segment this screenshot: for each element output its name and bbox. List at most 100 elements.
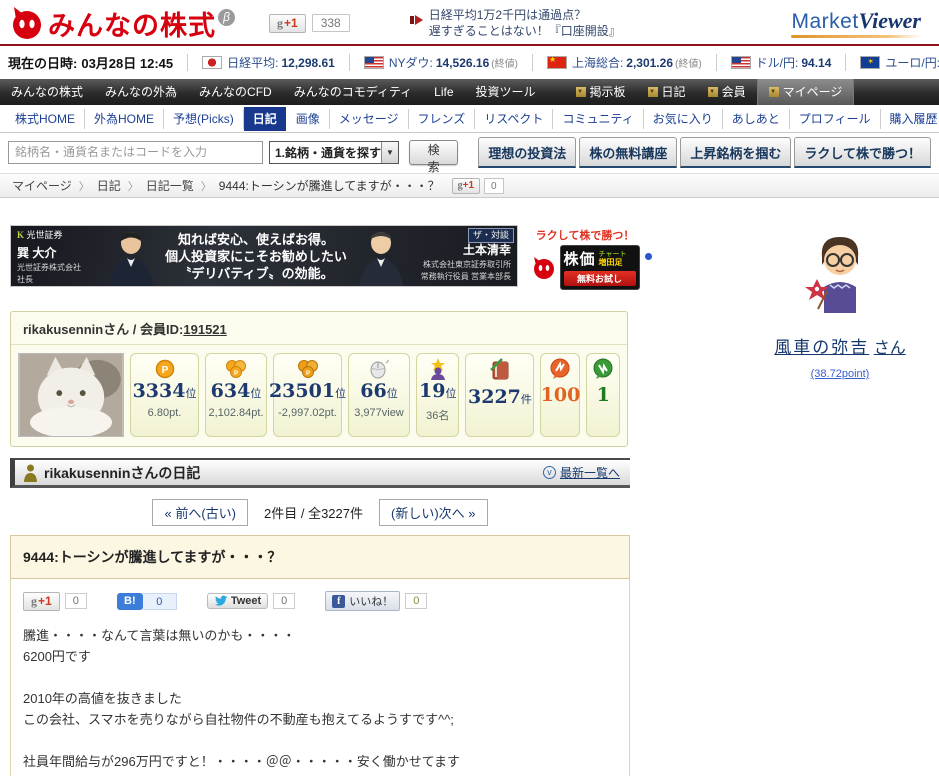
stock-search-input[interactable] (8, 141, 263, 164)
user-avatar[interactable] (804, 233, 876, 313)
tweet-count: 0 (273, 593, 295, 609)
sub-nav-item[interactable]: 予想(Picks) (164, 109, 244, 129)
rank-card-trackbacks[interactable]: 1 (586, 353, 620, 437)
rank-unit: 位 (185, 387, 196, 400)
market-quote[interactable]: 上海総合: 2,301.26 (終値) (532, 54, 702, 71)
main-nav-label: みんなの株式 (11, 79, 83, 105)
quote-label: ユーロ/円: (885, 54, 939, 71)
member-avatar-photo[interactable] (18, 353, 124, 437)
search-type-select[interactable]: 1.銘柄・通貨を探す ▼ (269, 141, 399, 164)
main-nav-item[interactable]: Life (423, 79, 464, 105)
free-trial-button[interactable]: 無料お試し (564, 271, 636, 286)
rank-card-views[interactable]: 66位 3,977view (348, 353, 410, 437)
member-id-link[interactable]: 191521 (183, 322, 226, 337)
rank-card-comments[interactable]: 100 (540, 353, 580, 437)
google-g-icon: g (31, 594, 37, 609)
datetime-value: 03月28日 12:45 (81, 56, 173, 71)
sub-nav-item-diary[interactable]: 日記 (244, 107, 286, 131)
sub-nav-item[interactable]: 株式HOME (6, 109, 85, 129)
rank-card-diaries[interactable]: 3227件 (465, 353, 534, 437)
rank-unit: 位 (445, 387, 456, 400)
search-button[interactable]: 検 索 (409, 140, 458, 165)
diary-section-title: rikakusenninさんの日記 (44, 463, 200, 483)
main-nav-item-mypage[interactable]: マイページ (757, 79, 855, 105)
marketviewer-logo[interactable]: MarketViewer (791, 8, 929, 38)
post-body-line: 社員年間給与が296万円ですと！・・・・＠＠・・・・・安く働かせてます (23, 751, 617, 772)
breadcrumb-item[interactable]: 日記一覧 (146, 177, 194, 194)
rank-value: 66 (360, 380, 386, 402)
breadcrumb-plusone-button[interactable]: g+1 (452, 178, 480, 194)
tweet-button[interactable]: Tweet (207, 593, 268, 609)
diary-section-header: rikakusenninさんの日記 v 最新一覧へ (10, 458, 630, 488)
rank-card-points[interactable]: P 634位 2,102.84pt. (205, 353, 267, 437)
dropdown-arrow-icon (648, 87, 658, 97)
promo-button[interactable]: 株の無料講座 (579, 137, 677, 168)
sub-nav-item[interactable]: 購入履歴 (881, 109, 939, 129)
page: みんなの株式 β g+1 338 日経平均1万2千円は通過点？ 遅すぎることはな… (0, 0, 939, 776)
ad-left-person-photo (103, 226, 159, 286)
market-quote[interactable]: 日経平均: 12,298.61 (187, 54, 335, 71)
twitter-bird-icon (214, 595, 228, 607)
main-nav-item[interactable]: みんなのコモディティ (283, 79, 423, 105)
site-title: みんなの株式 (48, 4, 216, 43)
orange-bubble-icon (549, 358, 571, 380)
promo-button[interactable]: 理想の投資法 (478, 137, 576, 168)
ad-banner[interactable]: K 光世証券 巽 大介 光世証券株式会社 社長 知れば安心、使えばお得。 個人投… (10, 225, 518, 287)
rank-unit: 位 (250, 387, 261, 400)
sub-nav-item[interactable]: メッセージ (330, 109, 409, 129)
side-ad[interactable]: ラクして株で勝つ！ 株価 チャート 増田足 (526, 225, 644, 290)
breadcrumb-separator: 〉 (201, 178, 212, 194)
post-plusone-button[interactable]: g+1 (23, 592, 60, 611)
ad-left-info: K 光世証券 巽 大介 光世証券株式会社 社長 (11, 228, 103, 285)
main-nav-label: Life (434, 79, 453, 105)
main-nav-item-nikki[interactable]: 日記 (637, 79, 697, 105)
quote-note: (終値) (675, 55, 702, 70)
sub-nav-item[interactable]: お気に入り (644, 109, 723, 129)
market-quote[interactable]: NYダウ: 14,526.16 (終値) (349, 54, 518, 71)
breadcrumb-item[interactable]: マイページ (12, 177, 72, 194)
news-ticker[interactable]: 日経平均1万2千円は通過点？ 遅すぎることはない！『口座開設』 (410, 7, 621, 39)
promo-button[interactable]: 上昇銘柄を掴む (680, 137, 791, 168)
profile-owner-suffix-link[interactable]: さん (874, 334, 906, 358)
blue-dot-bullet (645, 253, 652, 260)
latest-list-link[interactable]: v 最新一覧へ (543, 464, 620, 481)
market-quote[interactable]: ドル/円: 94.14 (716, 54, 832, 71)
sub-navigation: 株式HOME 外為HOME 予想(Picks) 日記 画像 メッセージ フレンズ… (0, 105, 939, 133)
quote-value: 94.14 (801, 56, 831, 70)
main-nav-item-kaiin[interactable]: 会員 (697, 79, 757, 105)
profile-owner-link[interactable]: 風車の弥吉 (774, 333, 869, 358)
sub-nav-item[interactable]: コミュニティ (553, 109, 643, 129)
ad-right-person-org: 株式会社東京証券取引所 (409, 260, 511, 270)
next-entry-button[interactable]: (新しい)次へ » (379, 499, 488, 526)
promo-button[interactable]: ラクして株で勝つ！ (794, 137, 931, 168)
profile-points-link[interactable]: (38.72point) (765, 368, 915, 380)
sub-nav-item[interactable]: 画像 (287, 109, 330, 129)
rank-sub: 36名 (426, 407, 449, 423)
main-nav-item-keijiban[interactable]: 掲示板 (565, 79, 637, 105)
coin-icon: P (155, 358, 175, 380)
search-type-value: 1.銘柄・通貨を探す (270, 144, 381, 161)
prev-entry-button[interactable]: « 前へ(古い) (152, 499, 248, 526)
hatena-bookmark-button[interactable]: B! (117, 593, 143, 610)
sub-nav-item[interactable]: 外為HOME (85, 109, 164, 129)
site-logo[interactable]: みんなの株式 β (8, 4, 235, 43)
main-nav-item[interactable]: みんなの株式 (0, 79, 94, 105)
news-arrow-icon (410, 16, 414, 24)
facebook-like-button[interactable]: f いいね！ (325, 591, 400, 611)
main-nav-item[interactable]: みんなのCFD (188, 79, 283, 105)
market-quote[interactable]: ユーロ/円: 120.29 (845, 54, 939, 71)
rank-card-respect[interactable]: 19位 36名 (416, 353, 459, 437)
sub-nav-item[interactable]: リスペクト (475, 109, 553, 129)
sub-nav-item[interactable]: フレンズ (409, 109, 476, 129)
sub-nav-item[interactable]: あしあと (723, 109, 790, 129)
main-nav-item[interactable]: 投資ツール (465, 79, 547, 105)
sub-nav-item[interactable]: プロフィール (790, 109, 881, 129)
breadcrumb-item[interactable]: 日記 (97, 177, 121, 194)
current-datetime: 現在の日時:03月28日 12:45 (8, 53, 173, 72)
ad-headline: 知れば安心、使えばお得。 個人投資家にこそお勧めしたい 〝デリバティブ〟の効能。 (159, 231, 353, 282)
main-nav-item[interactable]: みんなの外為 (94, 79, 188, 105)
rank-card-points-2[interactable]: P 23501位 -2,997.02pt. (273, 353, 342, 437)
rank-card-picks[interactable]: P 3334位 6.80pt. (130, 353, 199, 437)
circle-v-icon: v (543, 466, 556, 479)
plusone-button[interactable]: g+1 (269, 14, 306, 33)
